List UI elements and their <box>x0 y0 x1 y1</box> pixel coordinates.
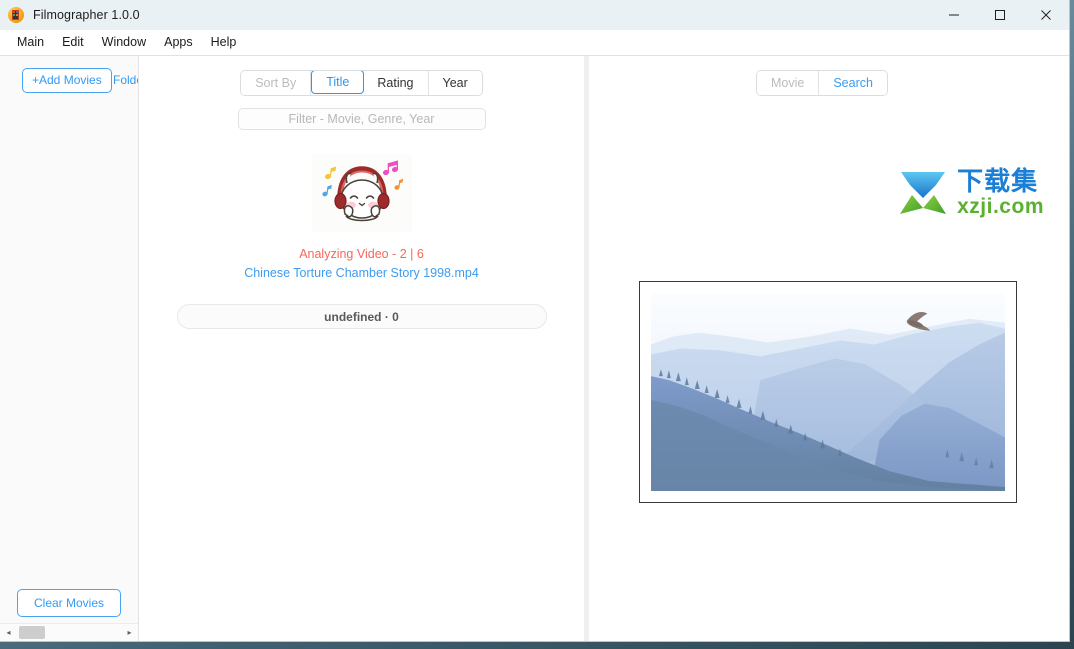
title-bar: Filmographer 1.0.0 <box>0 0 1069 30</box>
menu-item-help[interactable]: Help <box>202 30 246 55</box>
menu-bar: Main Edit Window Apps Help <box>0 30 1069 55</box>
progress-status-bar: undefined · 0 <box>176 304 547 329</box>
window-controls <box>931 0 1069 30</box>
right-panel: Movie Search 下载集 xzji.com <box>589 56 1069 641</box>
clear-movies-button[interactable]: Clear Movies <box>16 589 122 617</box>
watermark: 下载集 xzji.com <box>895 168 1044 218</box>
sidebar: +Add Movies Folder Clear Movies ◂ ▸ <box>0 56 139 641</box>
sort-option-year[interactable]: Year <box>428 71 482 95</box>
sidebar-actions: +Add Movies Folder <box>0 56 138 110</box>
filter-input[interactable] <box>237 108 486 130</box>
watermark-domain-text: xzji.com <box>957 195 1044 218</box>
application-window: Filmographer 1.0.0 Main Edit Window Apps… <box>0 0 1070 642</box>
mountain-landscape-with-eagle-photo <box>651 293 1005 491</box>
movie-search-toggle: Movie Search <box>756 70 888 96</box>
sort-by-segmented-control: Sort By Title Rating Year <box>240 70 483 96</box>
menu-item-window[interactable]: Window <box>93 30 155 55</box>
download-arrow-logo <box>900 172 947 214</box>
add-folder-button[interactable]: Folder <box>113 68 138 93</box>
movie-poster-frame[interactable] <box>639 281 1017 503</box>
current-file-name: Chinese Torture Chamber Story 1998.mp4 <box>244 266 479 280</box>
sort-option-title[interactable]: Title <box>311 71 365 94</box>
movie-list-area <box>0 110 138 589</box>
center-panel: Sort By Title Rating Year Filter - Movie… <box>139 56 589 641</box>
watermark-chinese-text: 下载集 <box>957 167 1039 197</box>
scroll-left-arrow-icon[interactable]: ◂ <box>0 624 17 641</box>
tab-movie[interactable]: Movie <box>757 71 820 95</box>
watermark-text: 下载集 xzji.com <box>957 169 1044 217</box>
menu-item-apps[interactable]: Apps <box>155 30 202 55</box>
menu-item-edit[interactable]: Edit <box>53 30 93 55</box>
scroll-right-arrow-icon[interactable]: ▸ <box>121 624 138 641</box>
scrollbar-track[interactable] <box>17 624 121 641</box>
sidebar-horizontal-scrollbar[interactable]: ◂ ▸ <box>0 623 138 641</box>
tab-search[interactable]: Search <box>819 71 887 95</box>
analysis-status-text: Analyzing Video - 2 | 6 <box>299 247 424 261</box>
sidebar-footer: Clear Movies <box>0 589 138 623</box>
main-content: +Add Movies Folder Clear Movies ◂ ▸ Sort… <box>0 55 1069 641</box>
sort-by-label: Sort By <box>241 71 312 95</box>
close-button[interactable] <box>1023 0 1069 30</box>
minimize-button[interactable] <box>931 0 977 30</box>
add-movies-button[interactable]: +Add Movies <box>22 68 112 93</box>
app-icon <box>8 7 24 23</box>
window-title: Filmographer 1.0.0 <box>33 8 140 22</box>
bunny-with-headphones-icon <box>311 154 412 232</box>
menu-item-main[interactable]: Main <box>8 30 53 55</box>
scrollbar-thumb[interactable] <box>19 626 45 639</box>
sort-option-rating[interactable]: Rating <box>363 71 429 95</box>
maximize-button[interactable] <box>977 0 1023 30</box>
